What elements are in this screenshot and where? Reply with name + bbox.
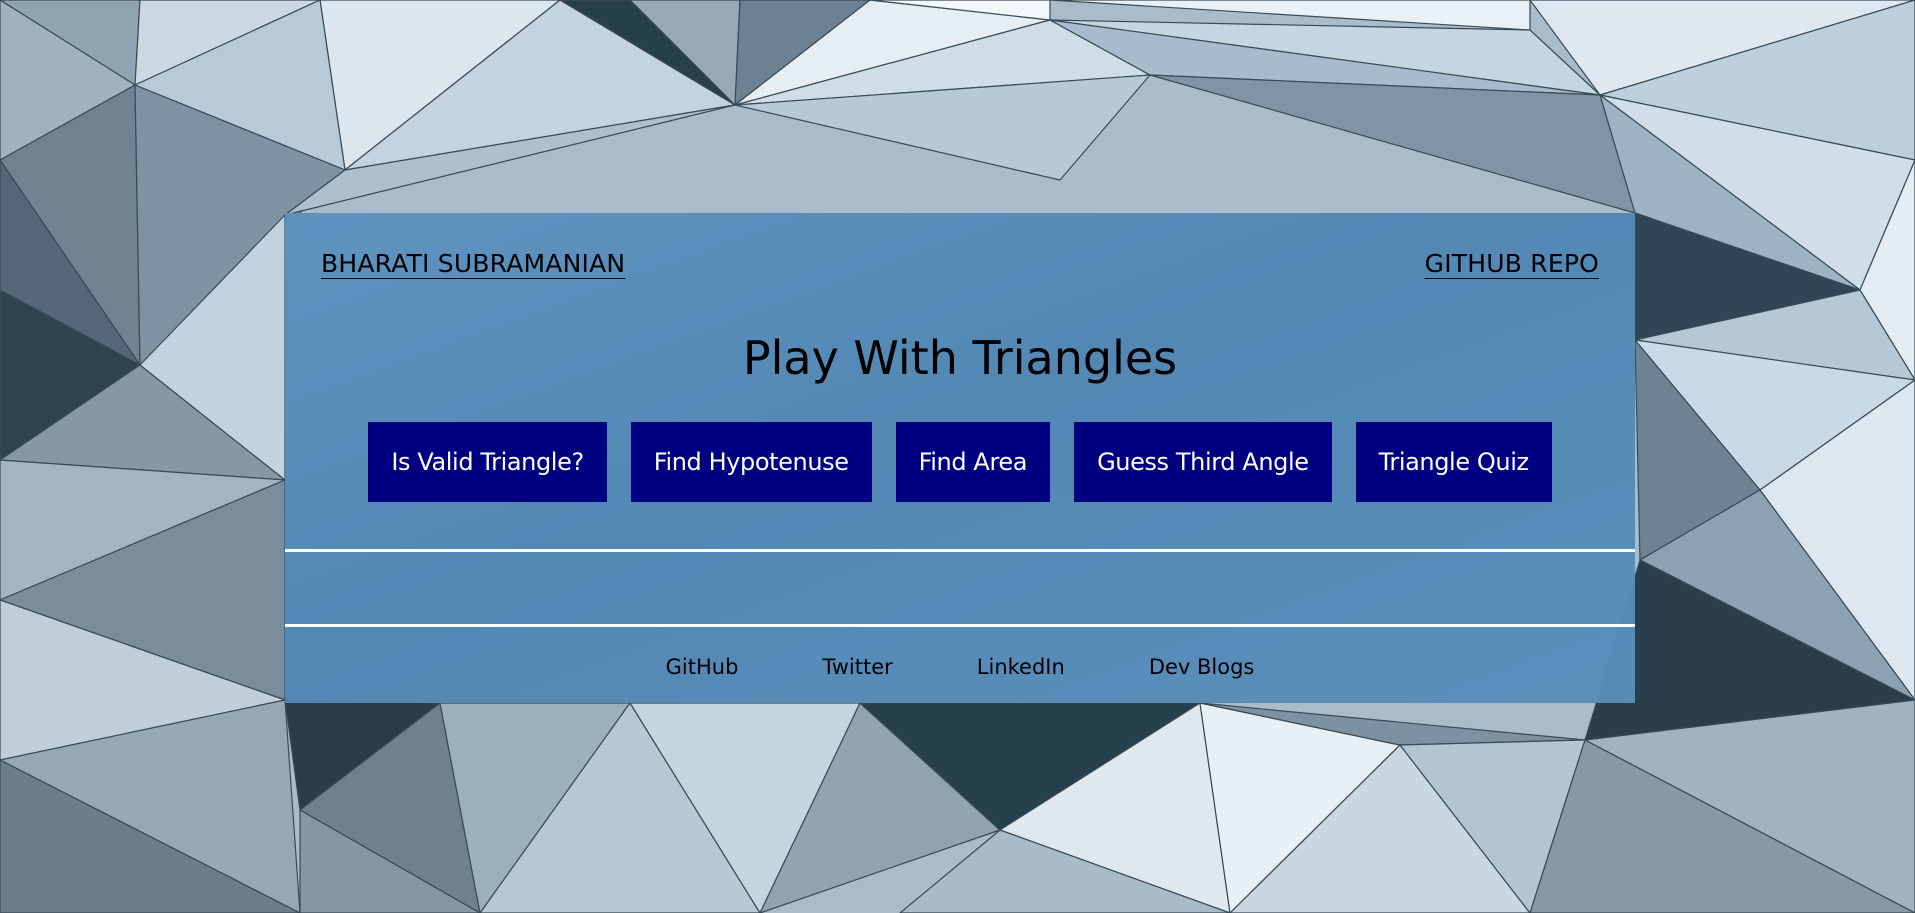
footer-link-twitter[interactable]: Twitter xyxy=(822,655,892,679)
find-area-button[interactable]: Find Area xyxy=(895,422,1051,502)
footer-links: GitHub Twitter LinkedIn Dev Blogs xyxy=(285,655,1635,679)
footer-link-dev-blogs[interactable]: Dev Blogs xyxy=(1149,655,1255,679)
brand-link[interactable]: BHARATI SUBRAMANIAN xyxy=(321,249,625,278)
github-repo-link[interactable]: GITHUB REPO xyxy=(1425,249,1599,278)
footer-link-linkedin[interactable]: LinkedIn xyxy=(977,655,1065,679)
is-valid-triangle-button[interactable]: Is Valid Triangle? xyxy=(368,422,607,502)
guess-third-angle-button[interactable]: Guess Third Angle xyxy=(1074,422,1332,502)
feature-button-row: Is Valid Triangle? Find Hypotenuse Find … xyxy=(285,422,1635,502)
footer-link-github[interactable]: GitHub xyxy=(666,655,739,679)
main-card: BHARATI SUBRAMANIAN GITHUB REPO Play Wit… xyxy=(285,213,1635,703)
divider-top xyxy=(285,549,1635,552)
navigation-bar: BHARATI SUBRAMANIAN GITHUB REPO xyxy=(285,249,1635,289)
divider-bottom xyxy=(285,624,1635,627)
page-title: Play With Triangles xyxy=(742,331,1178,385)
triangle-quiz-button[interactable]: Triangle Quiz xyxy=(1355,422,1552,502)
find-hypotenuse-button[interactable]: Find Hypotenuse xyxy=(630,422,872,502)
